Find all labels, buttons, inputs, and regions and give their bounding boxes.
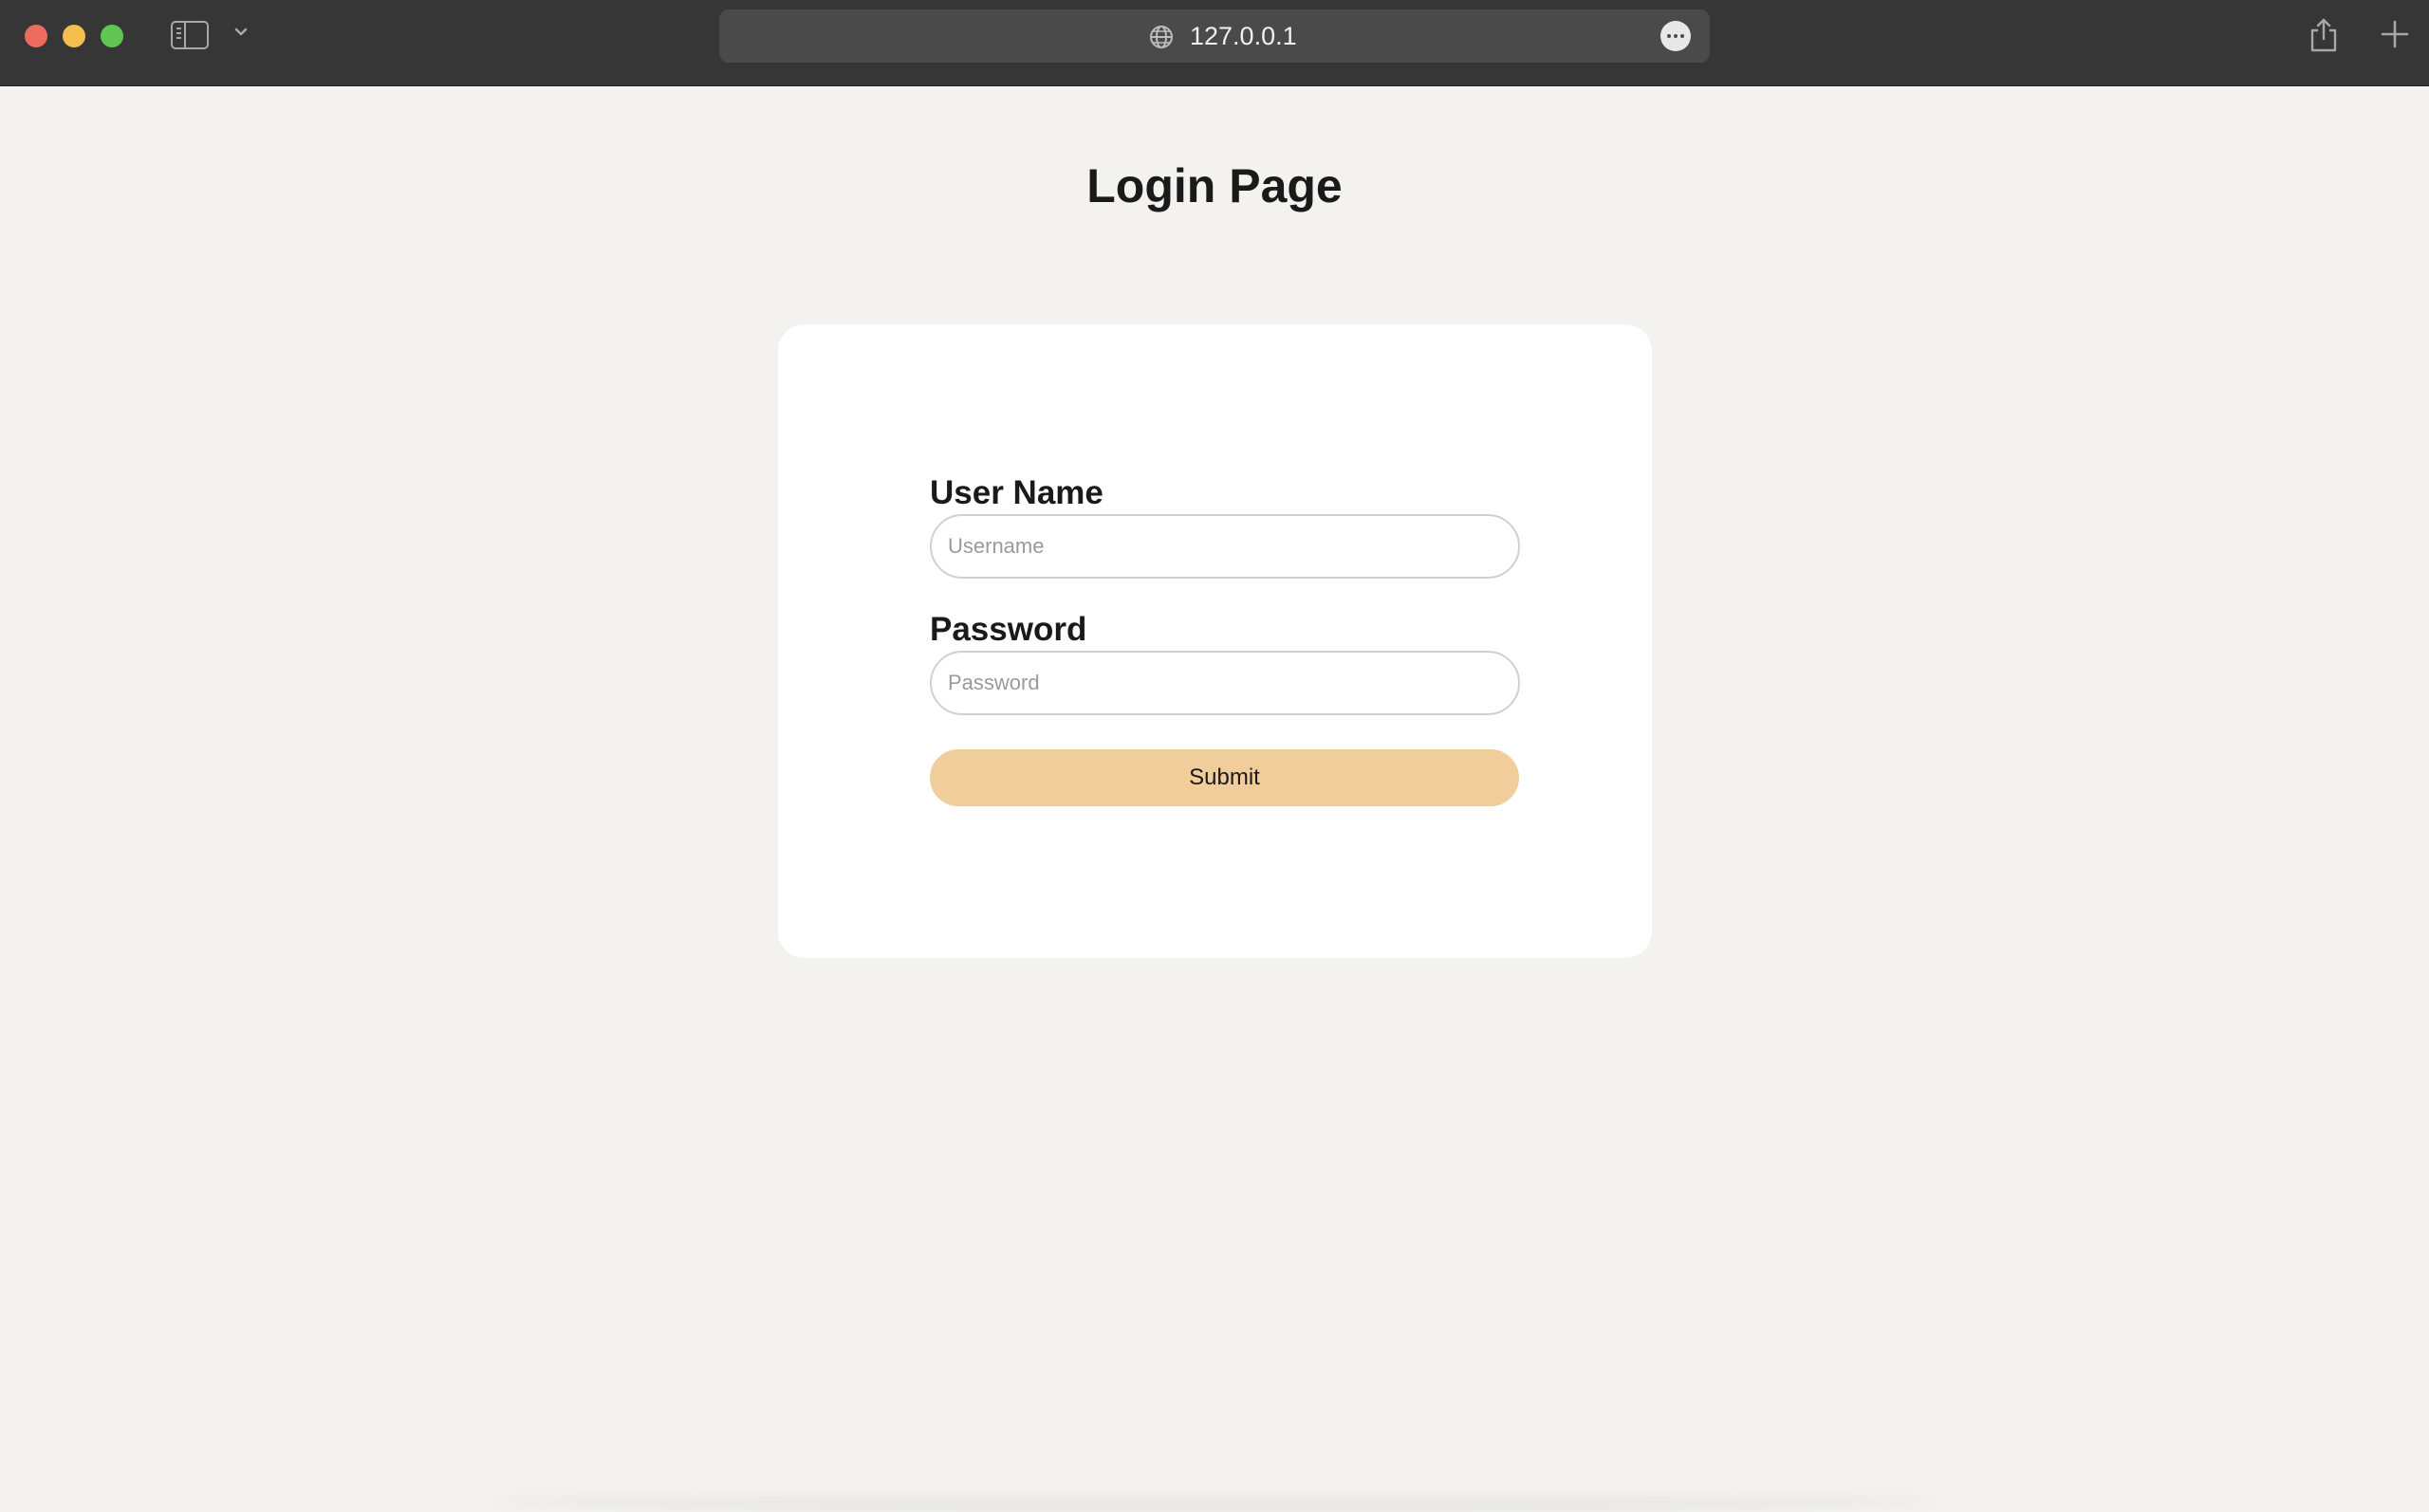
minimize-window-icon[interactable]: [63, 25, 85, 47]
more-options-icon[interactable]: [1660, 21, 1691, 51]
chevron-down-icon[interactable]: [232, 23, 250, 42]
address-bar[interactable]: 127.0.0.1: [719, 9, 1710, 63]
submit-button[interactable]: Submit: [930, 749, 1519, 806]
password-label: Password: [930, 611, 1087, 648]
maximize-window-icon[interactable]: [101, 25, 123, 47]
browser-toolbar: 127.0.0.1: [0, 0, 2429, 86]
username-input[interactable]: [930, 514, 1520, 579]
sidebar-icon[interactable]: [171, 21, 209, 49]
page-title: Login Page: [1086, 159, 1343, 212]
login-card: User Name Password Submit: [778, 324, 1652, 958]
plus-icon[interactable]: [2380, 19, 2410, 49]
globe-icon: [1150, 26, 1173, 48]
password-input[interactable]: [930, 651, 1520, 715]
username-label: User Name: [930, 474, 1103, 511]
close-window-icon[interactable]: [25, 25, 47, 47]
window-shadow: [493, 1491, 1936, 1512]
share-icon[interactable]: [2308, 15, 2340, 53]
url-text: 127.0.0.1: [1190, 22, 1297, 50]
